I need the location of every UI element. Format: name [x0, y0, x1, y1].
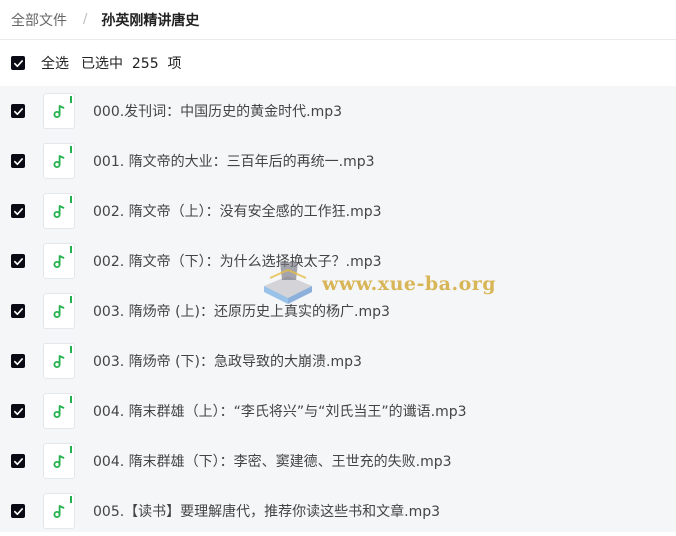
file-checkbox[interactable]	[11, 354, 25, 368]
selected-count-text: 已选中 255 项	[81, 56, 182, 72]
audio-file-icon	[43, 243, 75, 279]
file-row[interactable]: 002. 隋文帝（下）：为什么选择换太子？.mp3	[0, 236, 676, 286]
breadcrumb-current-folder: 孙英刚精讲唐史	[101, 12, 200, 29]
file-name[interactable]: 002. 隋文帝（下）：为什么选择换太子？.mp3	[93, 251, 382, 271]
file-row[interactable]: 004. 隋末群雄（下）：李密、窦建德、王世充的失败.mp3	[0, 436, 676, 486]
file-name[interactable]: 003. 隋炀帝 (下)：急政导致的大崩溃.mp3	[93, 351, 362, 371]
file-checkbox[interactable]	[11, 104, 25, 118]
file-row[interactable]: 004. 隋末群雄（上）：“李氏将兴”与“刘氏当王”的谶语.mp3	[0, 386, 676, 436]
audio-file-icon	[43, 143, 75, 179]
file-name[interactable]: 004. 隋末群雄（下）：李密、窦建德、王世充的失败.mp3	[93, 451, 452, 471]
file-name[interactable]: 000.发刊词：中国历史的黄金时代.mp3	[93, 101, 342, 121]
audio-file-icon	[43, 393, 75, 429]
selection-bar: 全选 已选中 255 项	[0, 40, 676, 86]
checkmark-icon	[13, 207, 23, 215]
checkmark-icon	[13, 357, 23, 365]
file-row[interactable]: 003. 隋炀帝 (上)：还原历史上真实的杨广.mp3	[0, 286, 676, 336]
checkmark-icon	[13, 457, 23, 465]
checkmark-icon	[13, 59, 23, 67]
audio-file-icon	[43, 293, 75, 329]
checkmark-icon	[13, 107, 23, 115]
breadcrumb: 全部文件 / 孙英刚精讲唐史	[0, 0, 676, 40]
audio-file-icon	[43, 493, 75, 529]
checkmark-icon	[13, 307, 23, 315]
audio-file-icon	[43, 93, 75, 129]
audio-file-icon	[43, 343, 75, 379]
file-name[interactable]: 004. 隋末群雄（上）：“李氏将兴”与“刘氏当王”的谶语.mp3	[93, 401, 467, 421]
file-name[interactable]: 001. 隋文帝的大业：三百年后的再统一.mp3	[93, 151, 375, 171]
file-checkbox[interactable]	[11, 304, 25, 318]
breadcrumb-root-link[interactable]: 全部文件	[11, 10, 67, 30]
file-checkbox[interactable]	[11, 404, 25, 418]
file-row[interactable]: 002. 隋文帝（上）：没有安全感的工作狂.mp3	[0, 186, 676, 236]
file-name[interactable]: 005.【读书】要理解唐代，推荐你读这些书和文章.mp3	[93, 501, 440, 521]
select-all-checkbox[interactable]	[11, 56, 25, 70]
audio-file-icon	[43, 193, 75, 229]
checkmark-icon	[13, 507, 23, 515]
select-all-label[interactable]: 全选	[41, 53, 69, 73]
file-checkbox[interactable]	[11, 154, 25, 168]
file-checkbox[interactable]	[11, 504, 25, 518]
file-list: 000.发刊词：中国历史的黄金时代.mp3 001. 隋文帝的大业：三百年后的再…	[0, 86, 676, 532]
file-checkbox[interactable]	[11, 254, 25, 268]
file-checkbox[interactable]	[11, 454, 25, 468]
checkmark-icon	[13, 407, 23, 415]
file-checkbox[interactable]	[11, 204, 25, 218]
file-row[interactable]: 005.【读书】要理解唐代，推荐你读这些书和文章.mp3	[0, 486, 676, 536]
file-name[interactable]: 002. 隋文帝（上）：没有安全感的工作狂.mp3	[93, 201, 382, 221]
file-name[interactable]: 003. 隋炀帝 (上)：还原历史上真实的杨广.mp3	[93, 301, 390, 321]
checkmark-icon	[13, 257, 23, 265]
file-row[interactable]: 000.发刊词：中国历史的黄金时代.mp3	[0, 86, 676, 136]
file-row[interactable]: 001. 隋文帝的大业：三百年后的再统一.mp3	[0, 136, 676, 186]
audio-file-icon	[43, 443, 75, 479]
checkmark-icon	[13, 157, 23, 165]
file-row[interactable]: 003. 隋炀帝 (下)：急政导致的大崩溃.mp3	[0, 336, 676, 386]
breadcrumb-separator: /	[83, 12, 88, 27]
